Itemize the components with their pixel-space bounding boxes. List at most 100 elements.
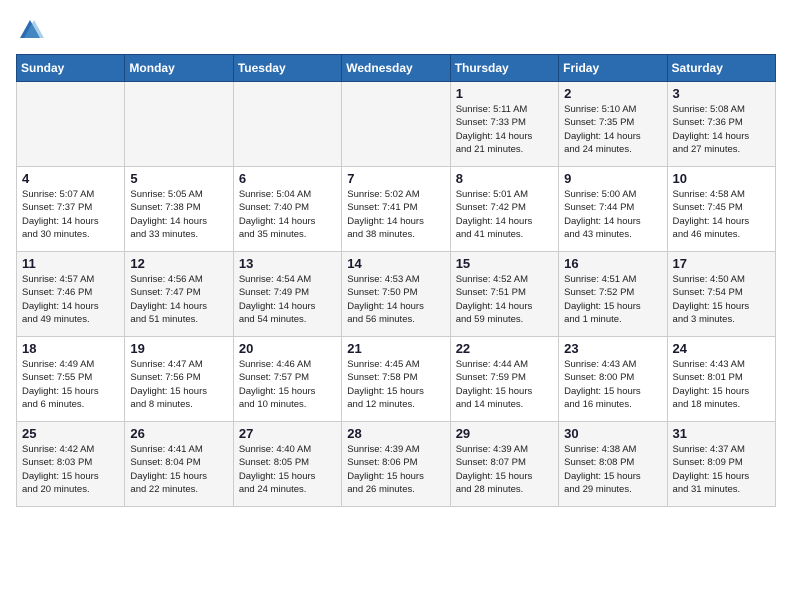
day-info: Sunrise: 5:08 AM Sunset: 7:36 PM Dayligh…	[673, 103, 770, 156]
day-number: 3	[673, 86, 770, 101]
day-number: 11	[22, 256, 119, 271]
day-info: Sunrise: 4:39 AM Sunset: 8:06 PM Dayligh…	[347, 443, 444, 496]
day-info: Sunrise: 4:43 AM Sunset: 8:01 PM Dayligh…	[673, 358, 770, 411]
calendar-cell: 29Sunrise: 4:39 AM Sunset: 8:07 PM Dayli…	[450, 422, 558, 507]
calendar-header-sunday: Sunday	[17, 55, 125, 82]
calendar-cell: 11 Sunrise: 4:57 AM Sunset: 7:46 PM Dayli…	[17, 252, 125, 337]
day-number: 30	[564, 426, 661, 441]
calendar-cell: 7Sunrise: 5:02 AM Sunset: 7:41 PM Daylig…	[342, 167, 450, 252]
day-info: Sunrise: 4:44 AM Sunset: 7:59 PM Dayligh…	[456, 358, 553, 411]
day-number: 20	[239, 341, 336, 356]
calendar-cell: 17Sunrise: 4:50 AM Sunset: 7:54 PM Dayli…	[667, 252, 775, 337]
calendar-cell: 18 Sunrise: 4:49 AM Sunset: 7:55 PM Dayli…	[17, 337, 125, 422]
logo	[16, 16, 48, 44]
day-number: 29	[456, 426, 553, 441]
day-info: Sunrise: 5:02 AM Sunset: 7:41 PM Dayligh…	[347, 188, 444, 241]
calendar-cell: 14 Sunrise: 4:53 AM Sunset: 7:50 PM Dayli…	[342, 252, 450, 337]
calendar-cell	[17, 82, 125, 167]
day-number: 21	[347, 341, 444, 356]
day-info: Sunrise: 4:40 AM Sunset: 8:05 PM Dayligh…	[239, 443, 336, 496]
calendar-week-row: 18 Sunrise: 4:49 AM Sunset: 7:55 PM Dayli…	[17, 337, 776, 422]
day-info: Sunrise: 4:45 AM Sunset: 7:58 PM Dayligh…	[347, 358, 444, 411]
day-info: Sunrise: 4:58 AM Sunset: 7:45 PM Dayligh…	[673, 188, 770, 241]
day-info: Sunrise: 4:41 AM Sunset: 8:04 PM Dayligh…	[130, 443, 227, 496]
day-number: 6	[239, 171, 336, 186]
calendar-cell	[233, 82, 341, 167]
calendar-cell: 21 Sunrise: 4:45 AM Sunset: 7:58 PM Dayli…	[342, 337, 450, 422]
calendar-table: SundayMondayTuesdayWednesdayThursdayFrid…	[16, 54, 776, 507]
day-info: Sunrise: 4:38 AM Sunset: 8:08 PM Dayligh…	[564, 443, 661, 496]
page-header	[16, 16, 776, 44]
calendar-cell: 8 Sunrise: 5:01 AM Sunset: 7:42 PM Daylig…	[450, 167, 558, 252]
day-number: 9	[564, 171, 661, 186]
calendar-cell: 22 Sunrise: 4:44 AM Sunset: 7:59 PM Dayli…	[450, 337, 558, 422]
calendar-cell: 10 Sunrise: 4:58 AM Sunset: 7:45 PM Dayli…	[667, 167, 775, 252]
day-info: Sunrise: 5:10 AM Sunset: 7:35 PM Dayligh…	[564, 103, 661, 156]
day-number: 19	[130, 341, 227, 356]
day-info: Sunrise: 4:53 AM Sunset: 7:50 PM Dayligh…	[347, 273, 444, 326]
calendar-header-tuesday: Tuesday	[233, 55, 341, 82]
day-number: 4	[22, 171, 119, 186]
day-info: Sunrise: 5:07 AM Sunset: 7:37 PM Dayligh…	[22, 188, 119, 241]
calendar-cell: 30 Sunrise: 4:38 AM Sunset: 8:08 PM Dayli…	[559, 422, 667, 507]
day-number: 13	[239, 256, 336, 271]
calendar-cell: 3 Sunrise: 5:08 AM Sunset: 7:36 PM Daylig…	[667, 82, 775, 167]
day-info: Sunrise: 4:49 AM Sunset: 7:55 PM Dayligh…	[22, 358, 119, 411]
day-info: Sunrise: 4:47 AM Sunset: 7:56 PM Dayligh…	[130, 358, 227, 411]
day-info: Sunrise: 5:04 AM Sunset: 7:40 PM Dayligh…	[239, 188, 336, 241]
day-info: Sunrise: 4:43 AM Sunset: 8:00 PM Dayligh…	[564, 358, 661, 411]
day-number: 18	[22, 341, 119, 356]
calendar-cell	[125, 82, 233, 167]
day-number: 28	[347, 426, 444, 441]
calendar-cell: 20 Sunrise: 4:46 AM Sunset: 7:57 PM Dayli…	[233, 337, 341, 422]
calendar-cell: 1Sunrise: 5:11 AM Sunset: 7:33 PM Daylig…	[450, 82, 558, 167]
calendar-header-monday: Monday	[125, 55, 233, 82]
calendar-cell: 6 Sunrise: 5:04 AM Sunset: 7:40 PM Daylig…	[233, 167, 341, 252]
calendar-cell: 26 Sunrise: 4:41 AM Sunset: 8:04 PM Dayli…	[125, 422, 233, 507]
calendar-cell: 15Sunrise: 4:52 AM Sunset: 7:51 PM Dayli…	[450, 252, 558, 337]
day-number: 5	[130, 171, 227, 186]
calendar-cell: 9 Sunrise: 5:00 AM Sunset: 7:44 PM Daylig…	[559, 167, 667, 252]
day-number: 10	[673, 171, 770, 186]
day-number: 22	[456, 341, 553, 356]
calendar-week-row: 4 Sunrise: 5:07 AM Sunset: 7:37 PM Daylig…	[17, 167, 776, 252]
day-info: Sunrise: 5:05 AM Sunset: 7:38 PM Dayligh…	[130, 188, 227, 241]
day-number: 16	[564, 256, 661, 271]
day-number: 2	[564, 86, 661, 101]
calendar-week-row: 1Sunrise: 5:11 AM Sunset: 7:33 PM Daylig…	[17, 82, 776, 167]
day-info: Sunrise: 4:56 AM Sunset: 7:47 PM Dayligh…	[130, 273, 227, 326]
day-number: 26	[130, 426, 227, 441]
calendar-cell: 19 Sunrise: 4:47 AM Sunset: 7:56 PM Dayli…	[125, 337, 233, 422]
calendar-header-thursday: Thursday	[450, 55, 558, 82]
calendar-cell: 4 Sunrise: 5:07 AM Sunset: 7:37 PM Daylig…	[17, 167, 125, 252]
calendar-header-row: SundayMondayTuesdayWednesdayThursdayFrid…	[17, 55, 776, 82]
day-number: 25	[22, 426, 119, 441]
day-info: Sunrise: 4:54 AM Sunset: 7:49 PM Dayligh…	[239, 273, 336, 326]
calendar-cell: 28 Sunrise: 4:39 AM Sunset: 8:06 PM Dayli…	[342, 422, 450, 507]
day-info: Sunrise: 4:51 AM Sunset: 7:52 PM Dayligh…	[564, 273, 661, 326]
day-info: Sunrise: 5:01 AM Sunset: 7:42 PM Dayligh…	[456, 188, 553, 241]
calendar-cell: 25 Sunrise: 4:42 AM Sunset: 8:03 PM Dayli…	[17, 422, 125, 507]
calendar-cell: 16 Sunrise: 4:51 AM Sunset: 7:52 PM Dayli…	[559, 252, 667, 337]
calendar-header-saturday: Saturday	[667, 55, 775, 82]
calendar-cell: 5 Sunrise: 5:05 AM Sunset: 7:38 PM Daylig…	[125, 167, 233, 252]
calendar-cell: 23Sunrise: 4:43 AM Sunset: 8:00 PM Dayli…	[559, 337, 667, 422]
calendar-cell: 2 Sunrise: 5:10 AM Sunset: 7:35 PM Daylig…	[559, 82, 667, 167]
day-number: 8	[456, 171, 553, 186]
calendar-cell: 13 Sunrise: 4:54 AM Sunset: 7:49 PM Dayli…	[233, 252, 341, 337]
day-number: 12	[130, 256, 227, 271]
day-info: Sunrise: 4:37 AM Sunset: 8:09 PM Dayligh…	[673, 443, 770, 496]
logo-icon	[16, 16, 44, 44]
day-info: Sunrise: 4:42 AM Sunset: 8:03 PM Dayligh…	[22, 443, 119, 496]
day-info: Sunrise: 5:11 AM Sunset: 7:33 PM Dayligh…	[456, 103, 553, 156]
day-info: Sunrise: 4:46 AM Sunset: 7:57 PM Dayligh…	[239, 358, 336, 411]
day-info: Sunrise: 4:52 AM Sunset: 7:51 PM Dayligh…	[456, 273, 553, 326]
day-info: Sunrise: 5:00 AM Sunset: 7:44 PM Dayligh…	[564, 188, 661, 241]
calendar-header-friday: Friday	[559, 55, 667, 82]
calendar-week-row: 25 Sunrise: 4:42 AM Sunset: 8:03 PM Dayli…	[17, 422, 776, 507]
day-number: 31	[673, 426, 770, 441]
day-info: Sunrise: 4:57 AM Sunset: 7:46 PM Dayligh…	[22, 273, 119, 326]
calendar-cell	[342, 82, 450, 167]
day-number: 14	[347, 256, 444, 271]
calendar-cell: 27Sunrise: 4:40 AM Sunset: 8:05 PM Dayli…	[233, 422, 341, 507]
